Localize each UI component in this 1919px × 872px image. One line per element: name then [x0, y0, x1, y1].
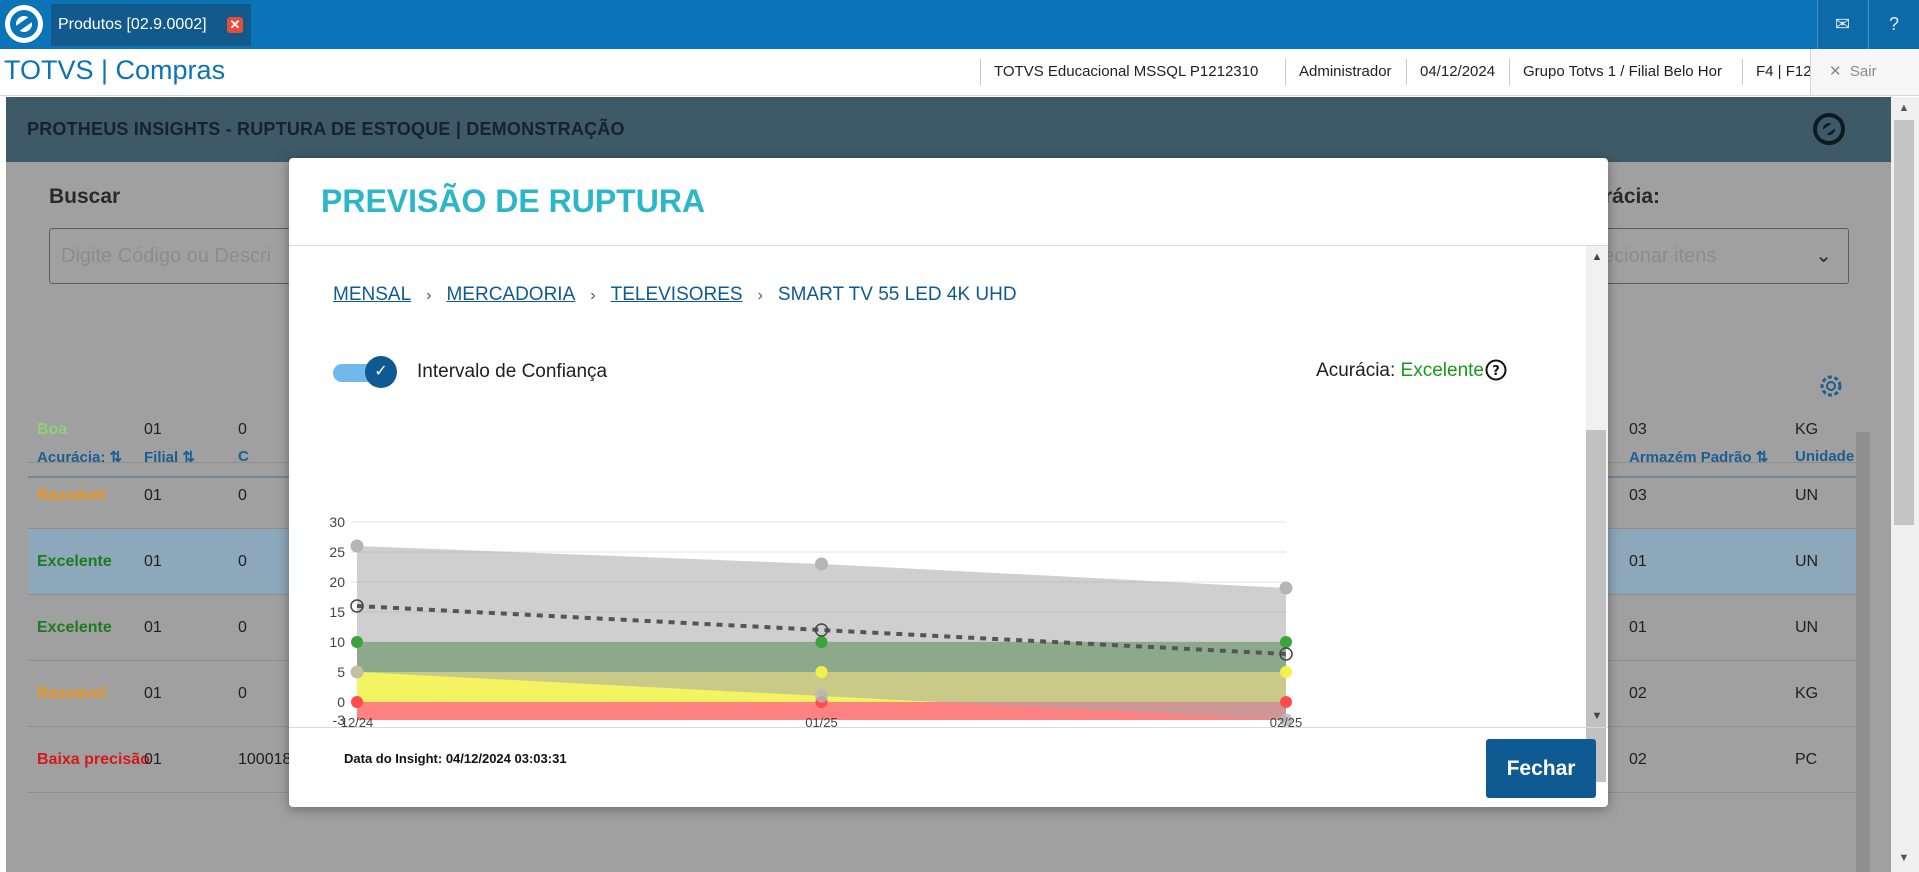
y-tick-label: 5 — [337, 664, 345, 680]
upper-bound-point — [1279, 581, 1293, 595]
close-button[interactable]: Fechar — [1486, 739, 1596, 798]
x-tick-label: 12/24 — [341, 715, 374, 727]
totvs-logo-icon[interactable] — [5, 5, 43, 43]
cell-unit: KG — [1795, 685, 1819, 702]
table-scrollbar[interactable] — [1856, 432, 1870, 872]
page-title: PROTHEUS INSIGHTS - RUPTURA DE ESTOQUE |… — [27, 119, 625, 139]
divider — [289, 727, 1608, 728]
y-tick-label: 15 — [329, 604, 345, 620]
scroll-down-icon[interactable]: ▼ — [1590, 710, 1604, 722]
forecast-chart: 302520151050-312/24 01/25 02/25 — [329, 514, 1303, 727]
company-info: Grupo Totvs 1 / Filial Belo Hor — [1509, 59, 1722, 85]
page-scrollbar-thumb[interactable] — [1894, 120, 1914, 525]
environment-info: TOTVS Educacional MSSQL P1212310 — [980, 59, 1258, 85]
accuracy-filter-label: rácia: — [1604, 185, 1661, 208]
cell-unit: PC — [1795, 751, 1818, 768]
forecast-modal: PREVISÃO DE RUPTURA MENSAL › MERCADORIA › TE… — [289, 158, 1608, 807]
cell-warehouse: 03 — [1629, 487, 1647, 504]
cell-filial: 01 — [144, 487, 162, 504]
cell-unit: UN — [1795, 619, 1819, 636]
help-circle-icon[interactable]: ? — [1868, 0, 1919, 49]
close-tab-icon[interactable]: ✕ — [227, 17, 243, 33]
scroll-up-icon[interactable]: ▲ — [1896, 102, 1912, 114]
cell-accuracy: Razoável — [37, 487, 107, 504]
exit-label: Sair — [1849, 63, 1877, 80]
cell-filial: 01 — [144, 553, 162, 570]
cell-code: 0 — [238, 619, 247, 636]
band-point — [351, 636, 363, 648]
cell-unit: KG — [1795, 421, 1819, 438]
brand-title: TOTVS | Compras — [4, 55, 226, 85]
cell-filial: 01 — [144, 751, 162, 768]
user-info: Administrador — [1285, 59, 1392, 85]
accuracy-select-placeholder: ecionar itens — [1603, 245, 1717, 267]
mail-icon[interactable]: ✉ — [1817, 0, 1867, 49]
close-icon: ✕ — [1829, 63, 1842, 80]
band-point — [815, 666, 828, 678]
cell-unit: UN — [1795, 553, 1819, 570]
exit-button[interactable]: ✕ Sair — [1810, 49, 1919, 95]
cell-accuracy: Excelente — [37, 553, 112, 570]
y-tick-label: 25 — [329, 544, 345, 560]
cell-code: 0 — [238, 421, 247, 438]
cell-code: 100018 — [238, 751, 292, 768]
cell-warehouse: 02 — [1629, 685, 1647, 702]
cell-filial: 01 — [144, 619, 162, 636]
y-tick-label: 30 — [329, 514, 345, 530]
cell-filial: 01 — [144, 421, 162, 438]
cell-accuracy: Baixa precisão — [37, 751, 150, 768]
cell-code: 0 — [238, 685, 247, 702]
scroll-down-icon[interactable]: ▼ — [1896, 852, 1912, 864]
header-bar: TOTVS | Compras TOTVS Educacional MSSQL … — [0, 49, 1919, 96]
y-tick-label: 10 — [329, 634, 345, 650]
upper-bound-point — [350, 539, 364, 553]
y-tick-label: 0 — [337, 694, 345, 710]
lower-bound-point — [350, 665, 364, 679]
y-tick-label: 20 — [329, 574, 345, 590]
x-tick-label: 01/25 — [805, 715, 838, 727]
cell-accuracy: Boa — [37, 421, 68, 438]
lower-bound-point — [815, 689, 828, 703]
date-info: 04/12/2024 — [1406, 59, 1495, 85]
tab-produtos[interactable]: Produtos [02.9.0002] ✕ — [51, 4, 251, 46]
x-tick-label: 02/25 — [1270, 715, 1303, 727]
chevron-down-icon: ⌄ — [1815, 245, 1832, 267]
modal-body: MENSAL › MERCADORIA › TELEVISORES › SMART TV 5… — [289, 246, 1586, 727]
band-point — [1280, 696, 1292, 708]
cell-filial: 01 — [144, 685, 162, 702]
cell-unit: UN — [1795, 487, 1819, 504]
band-point — [1280, 666, 1292, 678]
page-header: PROTHEUS INSIGHTS - RUPTURA DE ESTOQUE |… — [6, 97, 1891, 162]
upper-bound-point — [815, 557, 828, 571]
cell-warehouse: 02 — [1629, 751, 1647, 768]
search-label: Buscar — [49, 185, 121, 208]
cell-code: 0 — [238, 487, 247, 504]
scroll-up-icon[interactable]: ▲ — [1590, 251, 1604, 263]
band-point — [351, 696, 363, 708]
band-point — [1280, 636, 1292, 648]
cell-accuracy: Razoável — [37, 685, 107, 702]
modal-scrollbar-thumb[interactable] — [1586, 430, 1606, 782]
cell-warehouse: 01 — [1629, 553, 1647, 570]
top-bar: Produtos [02.9.0002] ✕ ✉ ? — [0, 0, 1919, 49]
cell-code: 0 — [238, 553, 247, 570]
insight-date: Data do Insight: 04/12/2024 03:03:31 — [344, 751, 567, 766]
shortcuts-info: F4 | F12 — [1742, 59, 1812, 85]
cell-warehouse: 01 — [1629, 619, 1647, 636]
totvs-mark-icon — [1813, 113, 1845, 145]
tab-title: Produtos [02.9.0002] — [58, 16, 207, 33]
modal-title: PREVISÃO DE RUPTURA — [321, 183, 706, 219]
band-point — [815, 636, 828, 648]
cell-warehouse: 03 — [1629, 421, 1647, 438]
cell-accuracy: Excelente — [37, 619, 112, 636]
